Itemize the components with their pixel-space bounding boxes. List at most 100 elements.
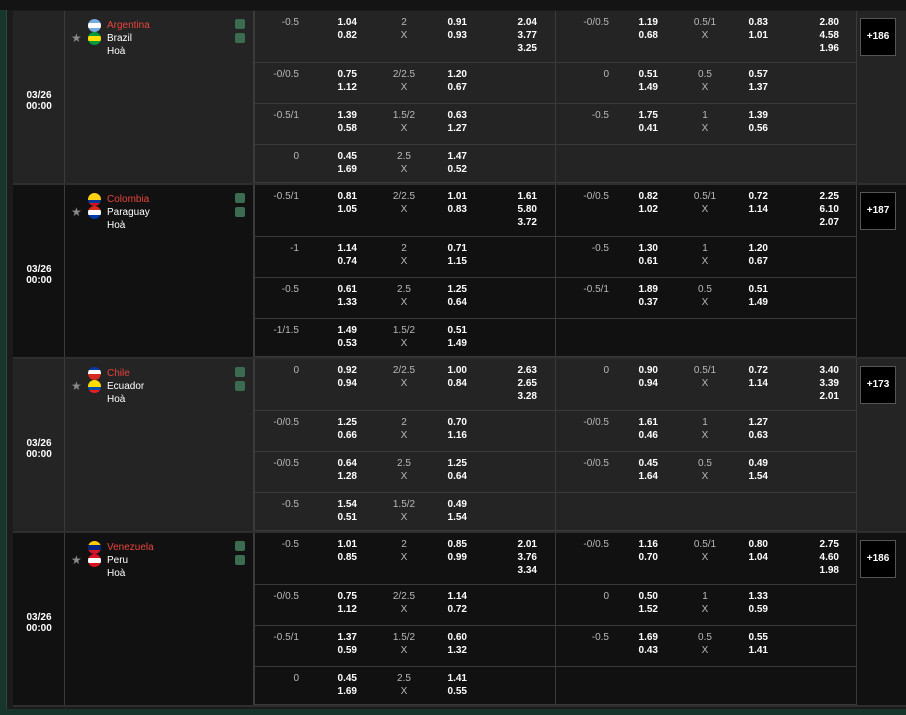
- half-1x2-away-odd[interactable]: 4.60: [799, 551, 839, 564]
- handicap-away-odd[interactable]: 0.66: [317, 429, 357, 442]
- half-under-odd[interactable]: 1.54: [728, 470, 768, 483]
- handicap-home-odd[interactable]: 0.61: [317, 283, 357, 296]
- favorite-star-icon[interactable]: ★: [71, 554, 82, 567]
- 1x2-draw-odd[interactable]: 3.25: [497, 42, 537, 55]
- over-odd[interactable]: 1.20: [427, 68, 467, 81]
- under-odd[interactable]: 0.84: [427, 377, 467, 390]
- under-odd[interactable]: 1.32: [427, 644, 467, 657]
- 1x2-draw-odd[interactable]: 3.28: [497, 390, 537, 403]
- half-handicap-home-odd[interactable]: 1.75: [618, 109, 658, 122]
- handicap-away-odd[interactable]: 0.94: [317, 377, 357, 390]
- over-odd[interactable]: 1.47: [427, 150, 467, 163]
- over-odd[interactable]: 0.60: [427, 631, 467, 644]
- under-odd[interactable]: 1.54: [427, 511, 467, 524]
- half-handicap-away-odd[interactable]: 0.37: [618, 296, 658, 309]
- under-odd[interactable]: 0.64: [427, 470, 467, 483]
- handicap-away-odd[interactable]: 1.28: [317, 470, 357, 483]
- half-handicap-away-odd[interactable]: 1.02: [618, 203, 658, 216]
- half-under-odd[interactable]: 1.04: [728, 551, 768, 564]
- half-handicap-away-odd[interactable]: 0.41: [618, 122, 658, 135]
- half-1x2-away-odd[interactable]: 4.58: [799, 29, 839, 42]
- handicap-home-odd[interactable]: 0.75: [317, 590, 357, 603]
- under-odd[interactable]: 1.49: [427, 337, 467, 350]
- half-over-odd[interactable]: 0.55: [728, 631, 768, 644]
- over-odd[interactable]: 1.01: [427, 190, 467, 203]
- 1x2-home-odd[interactable]: 1.61: [497, 190, 537, 203]
- live-icon[interactable]: [235, 33, 245, 43]
- over-odd[interactable]: 0.51: [427, 324, 467, 337]
- favorite-star-icon[interactable]: ★: [71, 380, 82, 393]
- half-1x2-draw-odd[interactable]: 2.01: [799, 390, 839, 403]
- half-handicap-home-odd[interactable]: 0.82: [618, 190, 658, 203]
- half-under-odd[interactable]: 0.59: [728, 603, 768, 616]
- 1x2-away-odd[interactable]: 3.77: [497, 29, 537, 42]
- half-under-odd[interactable]: 1.01: [728, 29, 768, 42]
- handicap-away-odd[interactable]: 0.58: [317, 122, 357, 135]
- half-1x2-away-odd[interactable]: 3.39: [799, 377, 839, 390]
- over-odd[interactable]: 1.25: [427, 283, 467, 296]
- over-odd[interactable]: 1.00: [427, 364, 467, 377]
- half-1x2-home-odd[interactable]: 2.25: [799, 190, 839, 203]
- half-over-odd[interactable]: 0.80: [728, 538, 768, 551]
- over-odd[interactable]: 0.85: [427, 538, 467, 551]
- stats-icon[interactable]: [235, 541, 245, 551]
- under-odd[interactable]: 0.93: [427, 29, 467, 42]
- handicap-home-odd[interactable]: 1.04: [317, 16, 357, 29]
- handicap-home-odd[interactable]: 1.49: [317, 324, 357, 337]
- favorite-star-icon[interactable]: ★: [71, 206, 82, 219]
- handicap-away-odd[interactable]: 0.82: [317, 29, 357, 42]
- half-handicap-away-odd[interactable]: 0.70: [618, 551, 658, 564]
- more-markets-button[interactable]: +173: [860, 366, 896, 404]
- half-under-odd[interactable]: 1.14: [728, 377, 768, 390]
- live-icon[interactable]: [235, 207, 245, 217]
- half-handicap-away-odd[interactable]: 0.43: [618, 644, 658, 657]
- half-over-odd[interactable]: 0.57: [728, 68, 768, 81]
- under-odd[interactable]: 0.83: [427, 203, 467, 216]
- under-odd[interactable]: 1.16: [427, 429, 467, 442]
- half-over-odd[interactable]: 0.72: [728, 364, 768, 377]
- handicap-away-odd[interactable]: 1.12: [317, 603, 357, 616]
- half-over-odd[interactable]: 1.39: [728, 109, 768, 122]
- half-over-odd[interactable]: 0.72: [728, 190, 768, 203]
- over-odd[interactable]: 0.70: [427, 416, 467, 429]
- handicap-away-odd[interactable]: 0.53: [317, 337, 357, 350]
- handicap-away-odd[interactable]: 1.05: [317, 203, 357, 216]
- half-1x2-draw-odd[interactable]: 1.98: [799, 564, 839, 577]
- over-odd[interactable]: 0.49: [427, 498, 467, 511]
- stats-icon[interactable]: [235, 367, 245, 377]
- under-odd[interactable]: 0.52: [427, 163, 467, 176]
- over-odd[interactable]: 0.63: [427, 109, 467, 122]
- under-odd[interactable]: 0.64: [427, 296, 467, 309]
- favorite-star-icon[interactable]: ★: [71, 32, 82, 45]
- half-under-odd[interactable]: 1.14: [728, 203, 768, 216]
- half-1x2-draw-odd[interactable]: 2.07: [799, 216, 839, 229]
- half-handicap-home-odd[interactable]: 1.16: [618, 538, 658, 551]
- half-handicap-away-odd[interactable]: 0.46: [618, 429, 658, 442]
- half-handicap-home-odd[interactable]: 0.50: [618, 590, 658, 603]
- handicap-home-odd[interactable]: 1.14: [317, 242, 357, 255]
- half-1x2-home-odd[interactable]: 2.75: [799, 538, 839, 551]
- half-over-odd[interactable]: 0.49: [728, 457, 768, 470]
- half-handicap-away-odd[interactable]: 1.52: [618, 603, 658, 616]
- half-handicap-away-odd[interactable]: 1.49: [618, 81, 658, 94]
- 1x2-draw-odd[interactable]: 3.34: [497, 564, 537, 577]
- half-handicap-away-odd[interactable]: 0.94: [618, 377, 658, 390]
- live-icon[interactable]: [235, 381, 245, 391]
- stats-icon[interactable]: [235, 193, 245, 203]
- 1x2-home-odd[interactable]: 2.01: [497, 538, 537, 551]
- over-odd[interactable]: 0.71: [427, 242, 467, 255]
- half-over-odd[interactable]: 1.20: [728, 242, 768, 255]
- handicap-home-odd[interactable]: 0.45: [317, 150, 357, 163]
- more-markets-button[interactable]: +186: [860, 18, 896, 56]
- over-odd[interactable]: 1.25: [427, 457, 467, 470]
- handicap-home-odd[interactable]: 1.39: [317, 109, 357, 122]
- handicap-home-odd[interactable]: 0.81: [317, 190, 357, 203]
- under-odd[interactable]: 0.55: [427, 685, 467, 698]
- half-1x2-draw-odd[interactable]: 1.96: [799, 42, 839, 55]
- handicap-away-odd[interactable]: 1.12: [317, 81, 357, 94]
- stats-icon[interactable]: [235, 19, 245, 29]
- half-under-odd[interactable]: 1.37: [728, 81, 768, 94]
- 1x2-draw-odd[interactable]: 3.72: [497, 216, 537, 229]
- under-odd[interactable]: 1.15: [427, 255, 467, 268]
- 1x2-away-odd[interactable]: 5.80: [497, 203, 537, 216]
